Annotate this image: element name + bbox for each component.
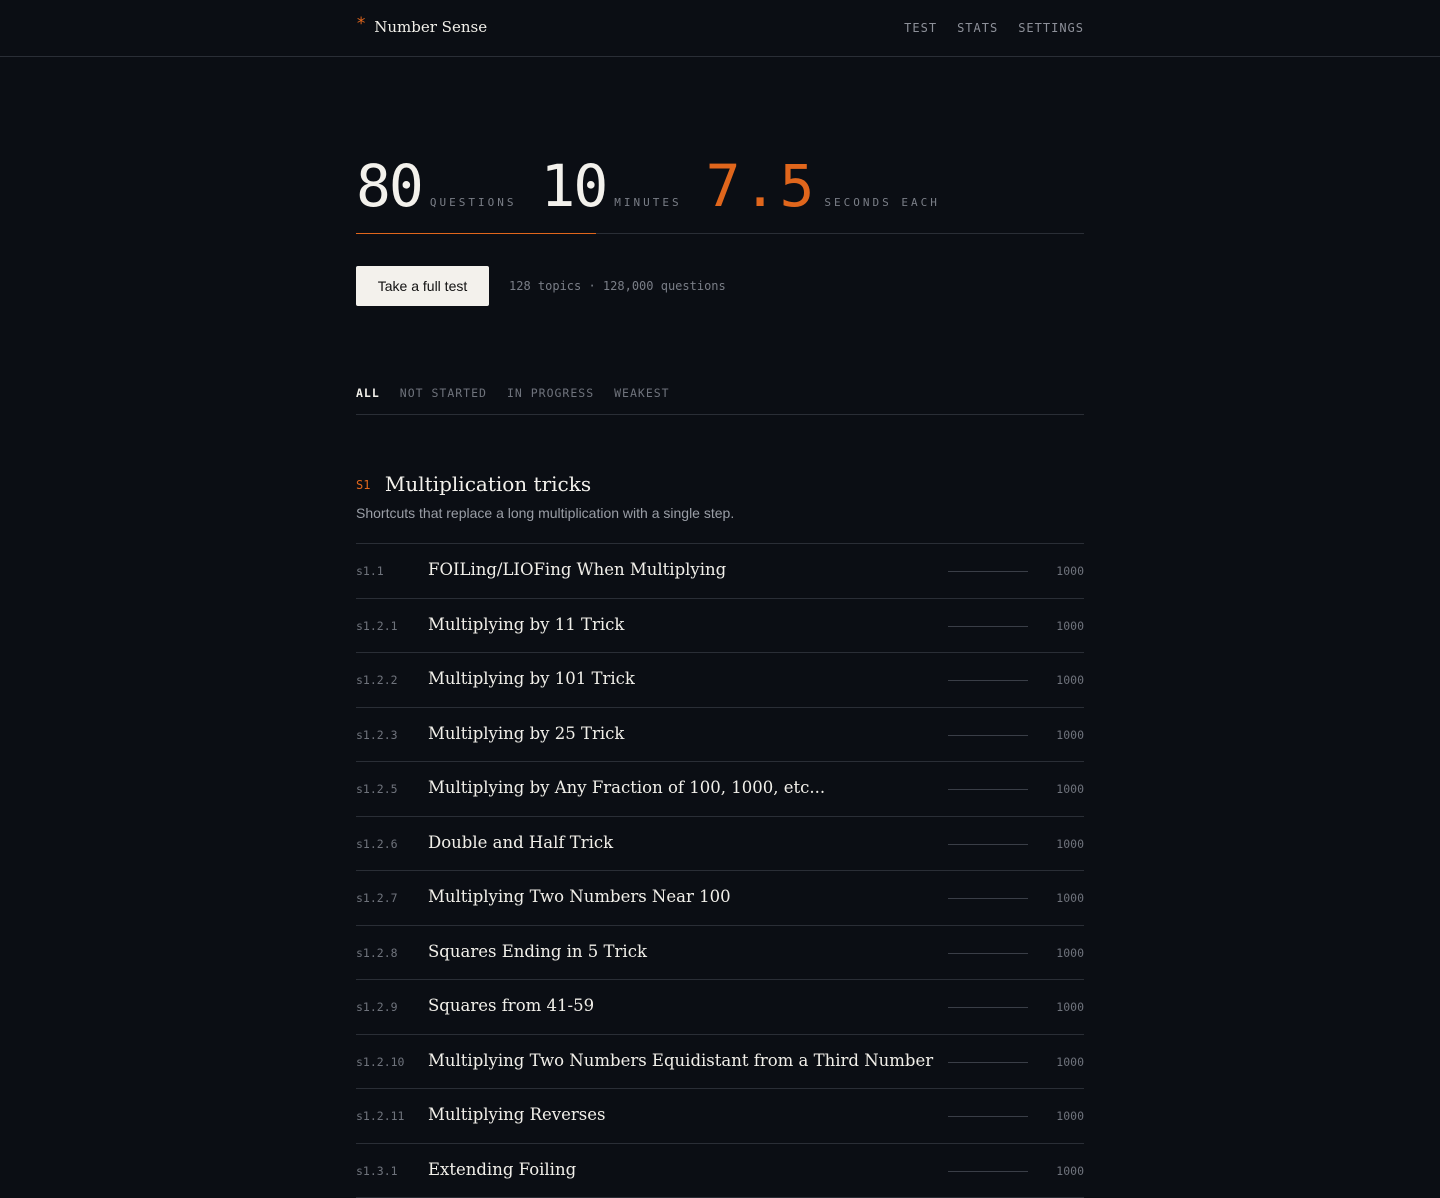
- topic-row[interactable]: s1.1 FOILing/LIOFing When Multiplying 1000: [356, 544, 1084, 599]
- topic-row[interactable]: s1.2.1 Multiplying by 11 Trick 1000: [356, 599, 1084, 654]
- stats-accent-line: [356, 233, 596, 234]
- topic-question-count: 1000: [1056, 619, 1084, 633]
- topic-progress-bar: [948, 1062, 1028, 1063]
- section-title: Multiplication tricks: [385, 472, 591, 496]
- topic-question-count: 1000: [1056, 1109, 1084, 1123]
- topic-progress-bar: [948, 898, 1028, 899]
- topic-question-count: 1000: [1056, 1055, 1084, 1069]
- topic-progress-bar: [948, 844, 1028, 845]
- tab-in-progress[interactable]: IN PROGRESS: [507, 386, 594, 414]
- nav-test[interactable]: TEST: [904, 21, 937, 35]
- take-full-test-button[interactable]: Take a full test: [356, 266, 489, 306]
- topic-progress-bar: [948, 626, 1028, 627]
- topic-code: s1.2.11: [356, 1109, 404, 1123]
- topic-code: s1.1: [356, 564, 384, 578]
- topic-row[interactable]: s1.2.3 Multiplying by 25 Trick 1000: [356, 708, 1084, 763]
- seconds-count: 7.5: [706, 150, 817, 222]
- questions-count: 80: [356, 150, 422, 222]
- seconds-label: SECONDS EACH: [824, 196, 939, 209]
- topic-row[interactable]: s1.2.9 Squares from 41-59 1000: [356, 980, 1084, 1035]
- topic-question-count: 1000: [1056, 728, 1084, 742]
- topic-progress-bar: [948, 735, 1028, 736]
- topic-row[interactable]: s1.2.2 Multiplying by 101 Trick 1000: [356, 653, 1084, 708]
- topic-list: s1.1 FOILing/LIOFing When Multiplying 1000…: [356, 543, 1084, 1198]
- topic-progress-bar: [948, 680, 1028, 681]
- topic-code: s1.2.10: [356, 1055, 404, 1069]
- topic-name: Multiplying Reverses: [428, 1105, 605, 1124]
- topic-code: s1.2.7: [356, 891, 398, 905]
- topic-row[interactable]: s1.2.5 Multiplying by Any Fraction of 100…: [356, 762, 1084, 817]
- topic-progress-bar: [948, 1007, 1028, 1008]
- app-title: Number Sense: [374, 18, 487, 36]
- section-description: Shortcuts that replace a long multiplica…: [356, 505, 734, 521]
- topic-row[interactable]: s1.2.10 Multiplying Two Numbers Equidista…: [356, 1035, 1084, 1090]
- topic-progress-bar: [948, 1116, 1028, 1117]
- topic-question-count: 1000: [1056, 782, 1084, 796]
- asterisk-icon: *: [356, 14, 366, 34]
- tab-all[interactable]: ALL: [356, 386, 380, 414]
- topic-name: Multiplying by 11 Trick: [428, 615, 624, 634]
- nav-stats[interactable]: STATS: [957, 21, 998, 35]
- topic-code: s1.2.6: [356, 837, 398, 851]
- main-nav: TEST STATS SETTINGS: [904, 21, 1084, 35]
- topic-row[interactable]: s1.2.7 Multiplying Two Numbers Near 100 10…: [356, 871, 1084, 926]
- topic-name: FOILing/LIOFing When Multiplying: [428, 560, 726, 579]
- app-logo[interactable]: * Number Sense: [356, 17, 487, 37]
- topic-name: Multiplying by 101 Trick: [428, 669, 635, 688]
- topic-progress-bar: [948, 953, 1028, 954]
- minutes-label: MINUTES: [614, 196, 681, 209]
- topic-code: s1.2.8: [356, 946, 398, 960]
- topic-code: s1.2.1: [356, 619, 398, 633]
- topic-row[interactable]: s1.3.1 Extending Foiling 1000: [356, 1144, 1084, 1198]
- topic-name: Double and Half Trick: [428, 833, 613, 852]
- tab-not-started[interactable]: NOT STARTED: [400, 386, 487, 414]
- topic-question-count: 1000: [1056, 946, 1084, 960]
- topic-code: s1.2.5: [356, 782, 398, 796]
- topic-progress-bar: [948, 789, 1028, 790]
- topic-progress-bar: [948, 1171, 1028, 1172]
- section-code: S1: [356, 478, 370, 492]
- top-bar: * Number Sense TEST STATS SETTINGS: [0, 0, 1440, 57]
- topic-row[interactable]: s1.2.11 Multiplying Reverses 1000: [356, 1089, 1084, 1144]
- topic-code: s1.2.2: [356, 673, 398, 687]
- topic-name: Squares Ending in 5 Trick: [428, 942, 647, 961]
- topic-name: Multiplying by 25 Trick: [428, 724, 624, 743]
- topic-code: s1.2.3: [356, 728, 398, 742]
- topic-progress-bar: [948, 571, 1028, 572]
- nav-settings[interactable]: SETTINGS: [1018, 21, 1084, 35]
- topic-row[interactable]: s1.2.6 Double and Half Trick 1000: [356, 817, 1084, 872]
- filter-tabs: ALL NOT STARTED IN PROGRESS WEAKEST: [356, 386, 1084, 415]
- test-stats: 80 QUESTIONS 10 MINUTES 7.5 SECONDS EACH: [356, 150, 1084, 234]
- topic-question-count: 1000: [1056, 1000, 1084, 1014]
- topics-summary: 128 topics · 128,000 questions: [509, 279, 726, 293]
- topic-name: Multiplying by Any Fraction of 100, 1000…: [428, 778, 825, 797]
- topic-name: Extending Foiling: [428, 1160, 576, 1179]
- topic-code: s1.2.9: [356, 1000, 398, 1014]
- minutes-count: 10: [540, 150, 606, 222]
- topic-row[interactable]: s1.2.8 Squares Ending in 5 Trick 1000: [356, 926, 1084, 981]
- tab-weakest[interactable]: WEAKEST: [614, 386, 669, 414]
- section-header: S1 Multiplication tricks: [356, 472, 1084, 496]
- topic-name: Multiplying Two Numbers Near 100: [428, 887, 731, 906]
- questions-label: QUESTIONS: [430, 196, 517, 209]
- topic-question-count: 1000: [1056, 564, 1084, 578]
- topic-name: Multiplying Two Numbers Equidistant from…: [428, 1051, 933, 1070]
- topic-question-count: 1000: [1056, 891, 1084, 905]
- topic-question-count: 1000: [1056, 1164, 1084, 1178]
- topic-question-count: 1000: [1056, 673, 1084, 687]
- topic-code: s1.3.1: [356, 1164, 398, 1178]
- topic-name: Squares from 41-59: [428, 996, 594, 1015]
- topic-question-count: 1000: [1056, 837, 1084, 851]
